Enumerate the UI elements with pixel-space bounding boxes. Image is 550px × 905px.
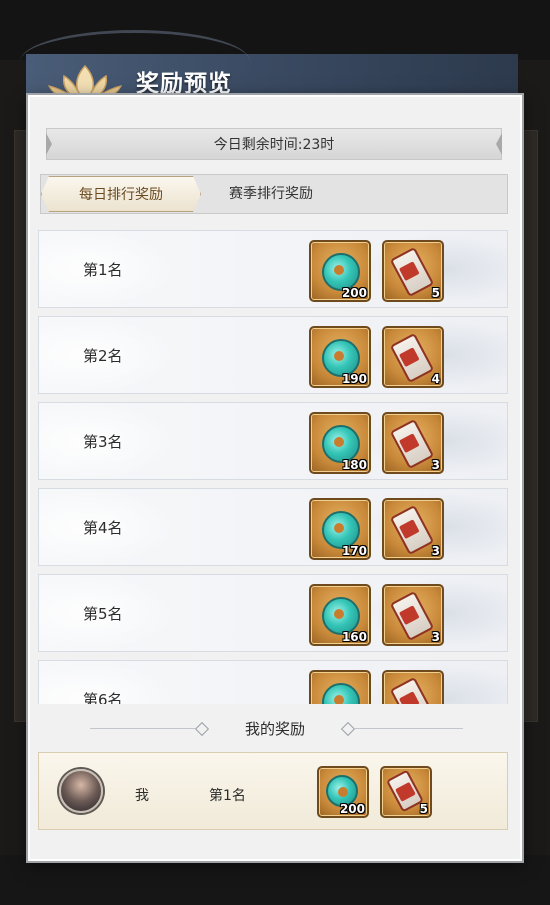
rank-label: 第4名 (83, 519, 123, 537)
item-count: 3 (431, 630, 440, 644)
section-divider-left (90, 728, 195, 729)
my-reward-row: 我 第1名 200 5 (38, 752, 508, 830)
item-count: 180 (341, 458, 367, 472)
avatar[interactable] (59, 769, 103, 813)
item-count: 190 (341, 372, 367, 386)
item-count: 170 (341, 544, 367, 558)
item-count: 3 (431, 544, 440, 558)
tab-daily-ranking[interactable]: 每日排行奖励 (41, 176, 201, 212)
reward-item[interactable]: 200 (309, 240, 371, 302)
reward-item[interactable]: 4 (382, 326, 444, 388)
item-count: 5 (431, 286, 440, 300)
rank-label: 第2名 (83, 347, 123, 365)
item-count: 3 (431, 458, 440, 472)
item-count: 5 (419, 802, 428, 816)
section-divider-right (355, 728, 463, 729)
rank-label: 第3名 (83, 433, 123, 451)
reward-item[interactable]: 170 (309, 498, 371, 560)
rank-reward-list[interactable]: 第1名 200 5 第2名 190 4 第3名 180 3 第4名 170 3 … (38, 230, 508, 704)
rank-reward-row: 第3名 180 3 (38, 402, 508, 480)
rank-reward-row: 第5名 160 3 (38, 574, 508, 652)
reward-item[interactable]: 190 (309, 326, 371, 388)
scroll-icon (389, 676, 435, 704)
item-count: 4 (431, 372, 440, 386)
item-count: 200 (341, 286, 367, 300)
rank-reward-row: 第6名 (38, 660, 508, 704)
scroll-icon (389, 332, 435, 384)
reward-item[interactable]: 5 (380, 766, 432, 818)
item-count: 200 (339, 802, 365, 816)
reward-item[interactable]: 3 (382, 412, 444, 474)
reward-tabs: 每日排行奖励 赛季排行奖励 (40, 174, 508, 214)
my-reward-title: 我的奖励 (244, 720, 305, 738)
scroll-icon (389, 590, 435, 642)
teal-gem-icon (322, 683, 360, 704)
reward-item[interactable]: 3 (382, 584, 444, 646)
scroll-icon (385, 769, 425, 813)
scroll-icon (389, 504, 435, 556)
reward-item[interactable]: 5 (382, 240, 444, 302)
reward-item[interactable]: 200 (317, 766, 369, 818)
rank-label: 第1名 (83, 261, 123, 279)
scroll-icon (389, 246, 435, 298)
reward-item[interactable]: 3 (382, 498, 444, 560)
item-count: 160 (341, 630, 367, 644)
tab-season-ranking[interactable]: 赛季排行奖励 (211, 176, 331, 210)
rank-reward-row: 第1名 200 5 (38, 230, 508, 308)
rank-reward-row: 第4名 170 3 (38, 488, 508, 566)
reward-item[interactable]: 180 (309, 412, 371, 474)
rank-reward-row: 第2名 190 4 (38, 316, 508, 394)
reward-item[interactable] (382, 670, 444, 704)
popup-title: 奖励预览 (136, 70, 232, 97)
reward-item[interactable]: 160 (309, 584, 371, 646)
player-name: 我 (135, 788, 149, 804)
background-bottom-bar (0, 855, 550, 905)
rank-label: 第5名 (83, 605, 123, 623)
reward-item[interactable] (309, 670, 371, 704)
player-rank: 第1名 (209, 788, 246, 804)
remaining-time-banner: 今日剩余时间:23时 (46, 128, 502, 160)
scroll-icon (389, 418, 435, 470)
rank-label: 第6名 (83, 691, 123, 704)
